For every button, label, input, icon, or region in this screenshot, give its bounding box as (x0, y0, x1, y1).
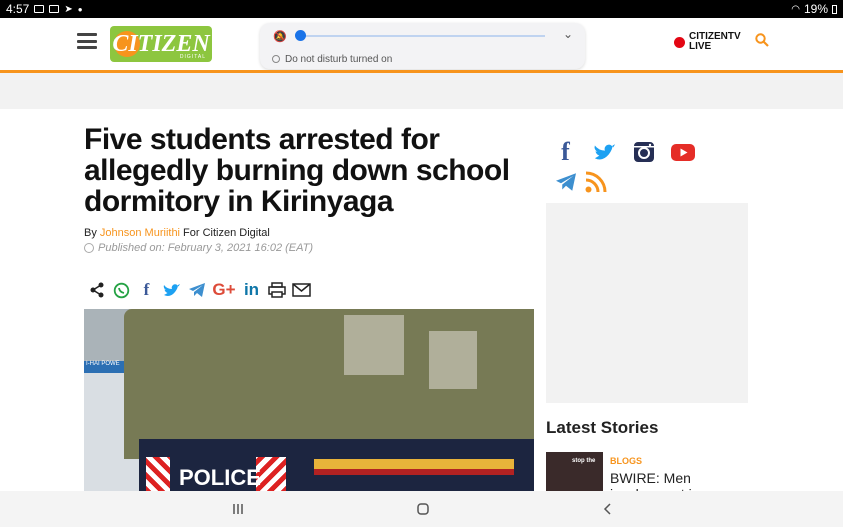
whatsapp-icon[interactable] (109, 280, 134, 300)
live-dot-icon (674, 36, 685, 48)
telegram-icon[interactable] (546, 170, 585, 194)
byline-suffix: For Citizen Digital (180, 227, 270, 239)
recent-apps-icon[interactable] (226, 499, 250, 519)
volume-slider-track[interactable] (300, 35, 545, 37)
list-item[interactable]: stop the BLOGS BWIRE: Men involvement in (546, 452, 746, 502)
system-status-bar: 4:57 ➤ ● ◠ 19% (0, 0, 843, 18)
author-link[interactable]: Johnson Muriithi (100, 227, 180, 239)
article-hero-image: I-HAI POWE POLICE (84, 309, 534, 492)
back-icon[interactable] (596, 499, 620, 519)
bell-muted-icon: 🔕 (273, 31, 287, 43)
dnd-icon (272, 55, 280, 63)
citizentv-live-link[interactable]: CITIZENTV LIVE (674, 31, 741, 52)
telegram-icon[interactable] (184, 280, 209, 300)
email-icon[interactable] (289, 280, 314, 300)
status-time: 4:57 (6, 2, 30, 16)
published-date: Published on: February 3, 2021 16:02 (EA… (84, 242, 313, 254)
latest-stories-heading: Latest Stories (546, 418, 659, 437)
published-text: Published on: February 3, 2021 16:02 (EA… (98, 242, 314, 254)
google-plus-icon[interactable]: G+ (209, 280, 239, 300)
home-icon[interactable] (411, 499, 435, 519)
telegram-status-icon: ➤ (64, 3, 73, 15)
chevron-down-icon[interactable]: ⌄ (563, 27, 573, 41)
sidebar-ad-placeholder (546, 203, 748, 403)
battery-level: 19% (803, 2, 828, 16)
ad-banner-placeholder (0, 73, 843, 109)
share-bar: f G+ in (84, 280, 314, 300)
live-label: CITIZENTV LIVE (689, 31, 741, 52)
facebook-icon[interactable]: f (134, 280, 159, 300)
facebook-icon[interactable]: f (546, 137, 585, 166)
hero-police-text: POLICE (179, 465, 261, 490)
article-headline: Five students arrested for allegedly bur… (84, 123, 510, 218)
volume-slider-knob[interactable] (295, 30, 306, 41)
battery-icon (832, 4, 837, 14)
notification-icon (34, 5, 45, 13)
social-links: f (546, 137, 736, 194)
youtube-icon[interactable] (663, 140, 702, 164)
message-icon (49, 5, 60, 13)
system-navigation-bar (0, 491, 843, 527)
dnd-status-text: Do not disturb turned on (285, 54, 393, 65)
instagram-icon[interactable] (624, 140, 663, 164)
print-icon[interactable] (264, 280, 289, 300)
logo-text: CITIZEN (112, 30, 210, 57)
thumbnail-text: stop the (572, 458, 596, 464)
story-category[interactable]: BLOGS (610, 456, 642, 466)
rss-icon[interactable] (585, 170, 624, 194)
byline-prefix: By (84, 227, 100, 239)
story-thumbnail[interactable]: stop the (546, 452, 603, 492)
wifi-icon: ◠ (791, 3, 800, 15)
menu-icon[interactable] (77, 33, 97, 49)
search-icon[interactable] (755, 33, 769, 47)
clock-icon (84, 243, 94, 253)
linkedin-icon[interactable]: in (239, 280, 264, 300)
twitter-icon[interactable] (585, 140, 624, 164)
dot-icon: ● (77, 4, 83, 14)
twitter-icon[interactable] (159, 280, 184, 300)
article-byline: By Johnson Muriithi For Citizen Digital (84, 227, 270, 239)
site-header: CITIZEN DIGITAL 🔕 ⌄ Do not disturb turne… (0, 18, 843, 70)
notification-panel[interactable]: 🔕 ⌄ Do not disturb turned on (260, 23, 585, 69)
citizen-digital-logo[interactable]: CITIZEN DIGITAL (110, 26, 212, 62)
share-icon[interactable] (84, 280, 109, 300)
